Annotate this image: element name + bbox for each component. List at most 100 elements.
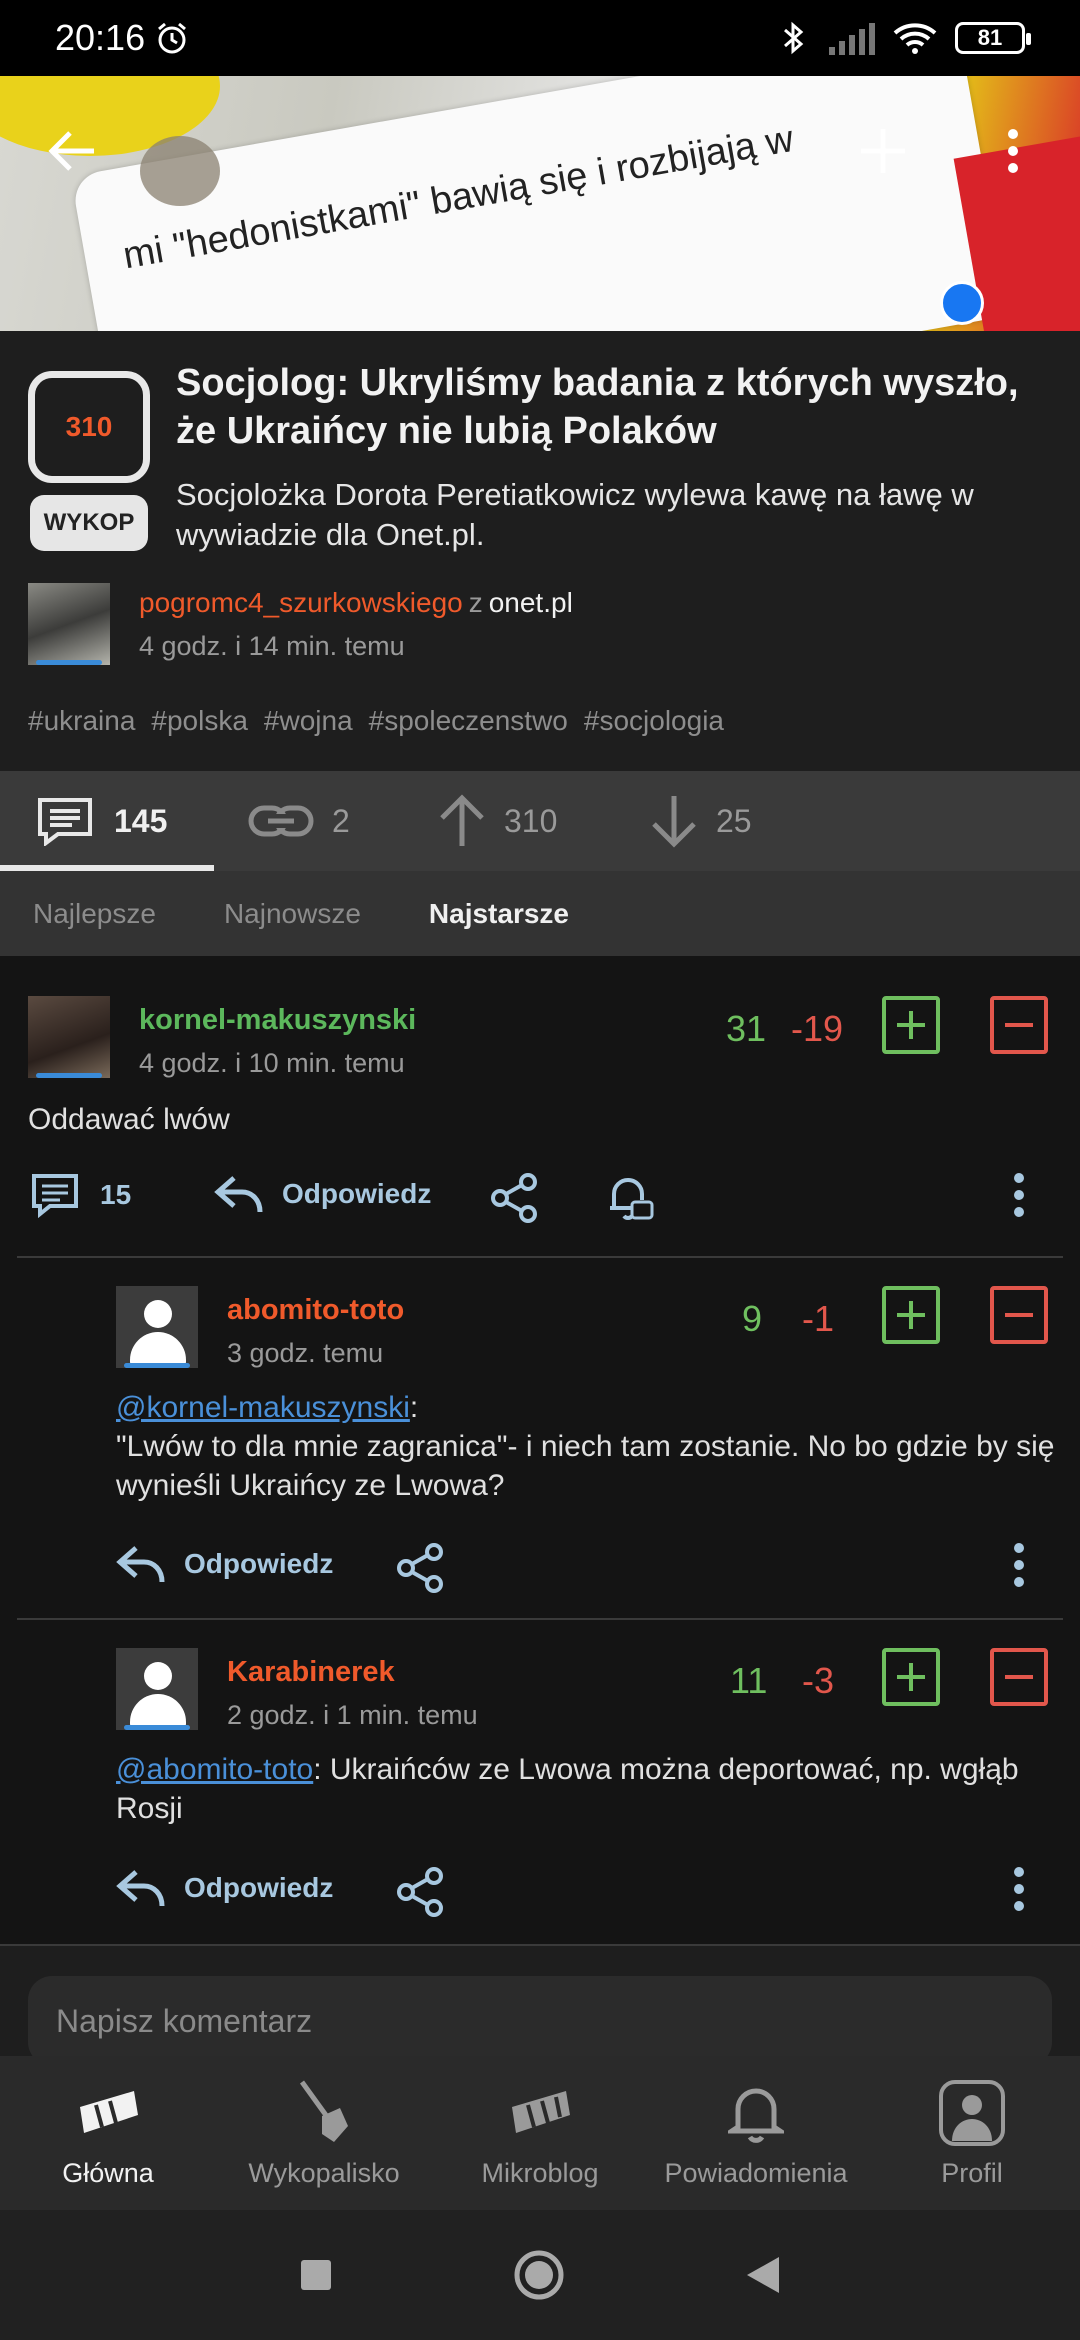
upvote-button[interactable]	[882, 1648, 940, 1706]
replies-count: 15	[100, 1179, 132, 1210]
tag[interactable]: #ukraina	[28, 705, 135, 737]
comment-input[interactable]	[28, 1976, 1052, 2066]
nav-label: Mikroblog	[481, 2157, 599, 2188]
downvote-button[interactable]	[990, 996, 1048, 1054]
comment-author[interactable]: Karabinerek	[227, 1656, 395, 1689]
nav-label: Profil	[941, 2157, 1003, 2188]
comments-icon	[32, 1174, 78, 1218]
links-count: 2	[332, 802, 350, 839]
tag[interactable]: #socjologia	[584, 705, 724, 737]
mention-link[interactable]: @kornel-makuszynski	[116, 1391, 410, 1424]
article-thumbnail[interactable]: mi "hedonistkami" bawią się i rozbijają …	[0, 76, 1080, 331]
plus-icon	[897, 1011, 925, 1039]
comment-text: @abomito-toto: Ukraińców ze Lwowa można …	[116, 1750, 1066, 1828]
system-navigation	[0, 2210, 1080, 2340]
sort-best[interactable]: Najlepsze	[33, 898, 156, 930]
author-name[interactable]: pogromc4_szurkowskiego	[139, 587, 463, 618]
share-button[interactable]	[490, 1172, 540, 1224]
more-options-button[interactable]	[978, 116, 1048, 186]
wykop-button[interactable]: WYKOP	[30, 495, 148, 551]
comment-body: "Lwów to dla mnie zagranica"- i niech ta…	[116, 1430, 1055, 1502]
nav-microblog[interactable]: Mikroblog	[432, 2056, 648, 2210]
sort-oldest[interactable]: Najstarsze	[429, 898, 569, 930]
plus-count: 31	[726, 1008, 767, 1049]
comment-input-bar	[0, 1944, 1080, 2066]
author-avatar[interactable]	[28, 583, 110, 665]
recent-apps-icon[interactable]	[299, 2258, 333, 2292]
minus-count: -19	[791, 1008, 844, 1049]
source-link[interactable]: onet.pl	[489, 587, 573, 618]
observe-button[interactable]	[604, 1172, 654, 1224]
downvote-button[interactable]	[990, 1286, 1048, 1344]
upvote-button[interactable]	[882, 996, 940, 1054]
tab-related-links[interactable]: 2	[214, 771, 404, 871]
minus-count: -3	[802, 1660, 835, 1701]
battery-indicator: 81	[955, 22, 1031, 54]
downvotes-stat[interactable]: 25	[616, 771, 796, 871]
nav-discover[interactable]: Wykopalisko	[216, 2056, 432, 2210]
comment-more-button[interactable]	[1012, 1542, 1026, 1588]
reply-button[interactable]: Odpowiedz	[116, 1542, 333, 1586]
upvotes-stat[interactable]: 310	[404, 771, 616, 871]
tag[interactable]: #wojna	[264, 705, 353, 737]
tag[interactable]: #spoleczenstwo	[369, 705, 568, 737]
plus-count: 9	[742, 1298, 763, 1339]
replies-button[interactable]: 15	[28, 1172, 131, 1218]
clock: 20:16	[55, 17, 146, 58]
reply-button[interactable]: Odpowiedz	[116, 1866, 333, 1910]
add-button[interactable]	[848, 116, 918, 186]
nav-profile[interactable]: Profil	[864, 2056, 1080, 2210]
comment-more-button[interactable]	[1012, 1866, 1026, 1912]
tab-comments[interactable]: 145	[0, 771, 214, 871]
plus-icon	[897, 1663, 925, 1691]
author-line: pogromc4_szurkowskiego z onet.pl	[139, 587, 573, 619]
plus-count: 11	[730, 1660, 768, 1701]
comment-more-button[interactable]	[1012, 1172, 1026, 1218]
like-badge-icon	[940, 281, 984, 325]
comment-reply: Karabinerek 2 godz. i 1 min. temu 11 -3 …	[0, 1620, 1080, 1930]
sort-newest[interactable]: Najnowsze	[224, 898, 361, 930]
comments-icon	[38, 798, 92, 846]
comment: kornel-makuszynski 4 godz. i 10 min. tem…	[0, 968, 1080, 1248]
minus-icon	[1005, 1023, 1033, 1027]
back-triangle-icon[interactable]	[745, 2255, 781, 2295]
nav-notifications[interactable]: Powiadomienia	[648, 2056, 864, 2210]
tag-list: #ukraina #polska #wojna #spoleczenstwo #…	[28, 705, 724, 737]
wifi-icon	[893, 23, 937, 54]
bluetooth-icon	[784, 21, 804, 55]
share-button[interactable]	[396, 1866, 446, 1918]
status-bar: 20:16 81	[0, 0, 1080, 76]
comment-author[interactable]: kornel-makuszynski	[139, 1004, 416, 1037]
home-icon[interactable]	[513, 2249, 565, 2301]
reply-button[interactable]: Odpowiedz	[214, 1172, 431, 1216]
vote-count-box: 310	[28, 371, 150, 483]
reply-icon	[116, 1870, 165, 1907]
mention-link[interactable]: @abomito-toto	[116, 1753, 313, 1786]
vote-count: 310	[65, 411, 113, 442]
link-icon	[248, 805, 314, 837]
more-vertical-icon	[1014, 1867, 1024, 1911]
share-icon	[397, 1867, 443, 1917]
downvote-button[interactable]	[990, 1648, 1048, 1706]
battery-level: 81	[977, 25, 1003, 50]
avatar[interactable]	[116, 1286, 198, 1368]
plus-icon	[861, 129, 905, 173]
minus-count: -1	[802, 1298, 835, 1339]
comment-author[interactable]: abomito-toto	[227, 1294, 404, 1327]
upvote-button[interactable]	[882, 1286, 940, 1344]
signal-icon	[829, 23, 875, 55]
shovel-icon	[299, 2080, 348, 2142]
avatar[interactable]	[116, 1648, 198, 1730]
arrow-up-icon	[440, 794, 484, 846]
back-button[interactable]	[38, 116, 108, 186]
reply-label: Odpowiedz	[184, 1548, 334, 1579]
mention-suffix: :	[409, 1391, 419, 1424]
tag[interactable]: #polska	[151, 705, 248, 737]
article-title[interactable]: Socjolog: Ukryliśmy badania z których wy…	[176, 359, 1056, 455]
avatar[interactable]	[28, 996, 110, 1078]
nav-home[interactable]: Główna	[0, 2056, 216, 2210]
bottom-navigation: Główna Wykopalisko Mikroblog Powiadomien…	[0, 2056, 1080, 2210]
share-button[interactable]	[396, 1542, 446, 1594]
upvotes-count: 310	[504, 802, 558, 839]
share-icon	[397, 1543, 443, 1593]
